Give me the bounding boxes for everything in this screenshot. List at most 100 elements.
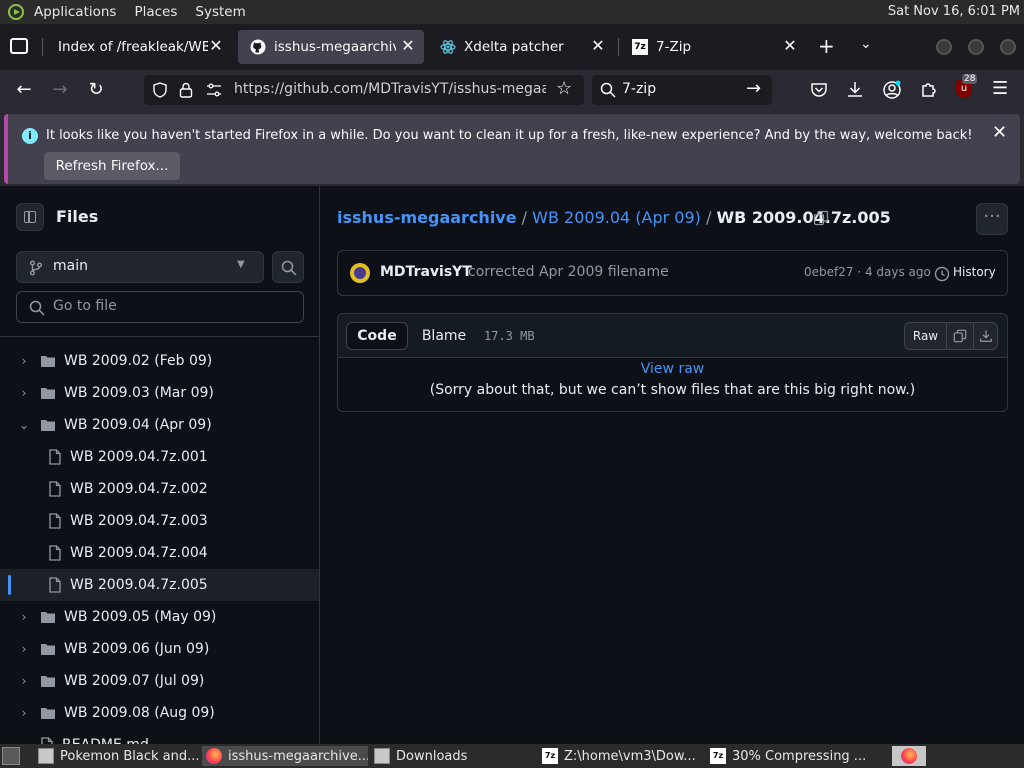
view-raw-link[interactable]: View raw — [338, 361, 1007, 377]
close-icon[interactable]: ✕ — [992, 122, 1007, 143]
folder-icon — [41, 356, 55, 367]
tab-title: Index of /freakleak/WB/r2 — [58, 39, 208, 55]
tree-file-row[interactable]: WB 2009.04.7z.004 — [0, 537, 319, 569]
tab-index-freakleak[interactable]: Index of /freakleak/WB/r2 ✕ — [46, 30, 232, 64]
task-label: Downloads — [396, 748, 468, 764]
tree-folder-row[interactable]: ⌄ WB 2009.04 (Apr 09) — [0, 409, 319, 441]
tree-item-label: WB 2009.08 (Aug 09) — [64, 705, 215, 721]
close-icon[interactable]: ✕ — [590, 38, 606, 54]
menu-system[interactable]: System — [195, 4, 245, 20]
permissions-icon[interactable] — [206, 83, 222, 97]
7zip-icon: 7z — [632, 39, 648, 55]
copy-path-icon[interactable] — [813, 210, 829, 226]
lock-icon[interactable] — [178, 81, 194, 99]
branch-name: main — [53, 258, 88, 274]
chevron-right-icon[interactable]: › — [16, 354, 32, 368]
tree-folder-row[interactable]: › WB 2009.03 (Mar 09) — [0, 377, 319, 409]
file-tree-sidebar: Files main ▼ Go to file › WB 2009.02 (Feb… — [0, 186, 320, 744]
tree-file-row[interactable]: WB 2009.04.7z.001 — [0, 441, 319, 473]
chevron-down-icon[interactable]: ⌄ — [16, 418, 32, 432]
close-window-icon[interactable] — [1000, 39, 1016, 55]
show-desktop-icon[interactable] — [2, 747, 20, 765]
tab-7zip[interactable]: 7z 7-Zip ✕ — [620, 30, 806, 64]
go-to-file-placeholder: Go to file — [53, 298, 117, 314]
7zip-icon: 7z — [542, 748, 558, 764]
bookmark-star-icon[interactable]: ☆ — [556, 78, 572, 99]
breadcrumb-folder-link[interactable]: WB 2009.04 (Apr 09) — [532, 208, 701, 227]
collapse-sidebar-icon[interactable] — [16, 203, 44, 231]
menu-applications[interactable]: Applications — [34, 4, 116, 20]
search-input[interactable]: 7-zip — [622, 81, 656, 97]
folder-icon — [41, 644, 55, 655]
github-icon — [250, 39, 266, 55]
more-options-icon[interactable]: ··· — [976, 203, 1008, 235]
commit-message-link[interactable]: corrected Apr 2009 filename — [468, 264, 669, 280]
back-arrow-icon[interactable]: ← — [12, 78, 36, 102]
tab-title: 7-Zip — [656, 39, 692, 55]
avatar[interactable] — [350, 263, 370, 283]
tab-code[interactable]: Code — [346, 322, 408, 350]
tree-folder-row[interactable]: › WB 2009.06 (Jun 09) — [0, 633, 319, 665]
task-firefox[interactable]: isshus-megaarchive... — [202, 746, 368, 766]
task-downloads[interactable]: Downloads — [370, 746, 536, 766]
pocket-icon[interactable] — [810, 81, 828, 99]
history-clock-icon[interactable] — [934, 266, 950, 282]
tree-file-row[interactable]: README.md — [0, 729, 319, 744]
tab-github[interactable]: isshus-megaarchive/ ✕ — [238, 30, 424, 64]
task-label: Pokemon Black and... — [60, 748, 198, 764]
tree-folder-row[interactable]: › WB 2009.05 (May 09) — [0, 601, 319, 633]
forward-arrow-icon[interactable]: → — [48, 78, 72, 102]
new-tab-plus-icon[interactable]: + — [818, 34, 835, 58]
go-arrow-icon[interactable]: → — [746, 78, 761, 99]
copy-icon[interactable] — [953, 329, 967, 343]
minimize-window-icon[interactable] — [936, 39, 952, 55]
download-icon[interactable] — [979, 329, 993, 343]
tab-blame[interactable]: Blame — [416, 322, 472, 350]
go-to-file-input[interactable]: Go to file — [16, 291, 304, 323]
tree-folder-row[interactable]: › WB 2009.07 (Jul 09) — [0, 665, 319, 697]
task-7zip-explorer[interactable]: 7z Z:\home\vm3\Dow... — [538, 746, 704, 766]
url-bar[interactable]: https://github.com/MDTravisYT/isshus-meg… — [144, 75, 584, 105]
extensions-puzzle-icon[interactable] — [920, 80, 938, 98]
maximize-window-icon[interactable] — [968, 39, 984, 55]
commit-author-link[interactable]: MDTravisYT — [380, 264, 472, 280]
branch-selector[interactable]: main ▼ — [16, 251, 264, 283]
workspace-switcher[interactable] — [892, 746, 926, 766]
shield-icon[interactable] — [152, 82, 168, 98]
tree-folder-row[interactable]: › WB 2009.02 (Feb 09) — [0, 345, 319, 377]
clock[interactable]: Sat Nov 16, 6:01 PM — [888, 4, 1020, 19]
tree-folder-row[interactable]: › WB 2009.08 (Aug 09) — [0, 697, 319, 729]
tree-file-row[interactable]: WB 2009.04.7z.003 — [0, 505, 319, 537]
tree-file-row[interactable]: WB 2009.04.7z.002 — [0, 473, 319, 505]
raw-button[interactable]: Raw — [905, 323, 947, 349]
downloads-icon[interactable] — [846, 80, 864, 98]
list-tabs-chevron-icon[interactable]: ⌄ — [860, 36, 872, 52]
task-7zip-compressing[interactable]: 7z 30% Compressing ... — [706, 746, 872, 766]
hamburger-menu-icon[interactable]: ☰ — [992, 78, 1008, 99]
chevron-right-icon[interactable]: › — [16, 674, 32, 688]
commit-meta[interactable]: 0ebef27 · 4 days ago — [804, 265, 931, 279]
chevron-right-icon[interactable]: › — [16, 610, 32, 624]
refresh-firefox-button[interactable]: Refresh Firefox... — [44, 152, 180, 180]
close-icon[interactable]: ✕ — [400, 38, 416, 54]
breadcrumb-repo-link[interactable]: isshus-megaarchive — [337, 208, 517, 227]
close-icon[interactable]: ✕ — [208, 38, 224, 54]
account-icon[interactable] — [882, 80, 902, 100]
task-pokemon[interactable]: Pokemon Black and... — [34, 746, 198, 766]
close-icon[interactable]: ✕ — [782, 38, 798, 54]
firefox-view-icon[interactable] — [10, 38, 28, 54]
search-files-button[interactable] — [272, 251, 304, 283]
chevron-right-icon[interactable]: › — [16, 706, 32, 720]
reload-icon[interactable]: ↻ — [84, 78, 108, 102]
tree-file-row[interactable]: WB 2009.04.7z.005 — [0, 569, 319, 601]
menu-places[interactable]: Places — [134, 4, 177, 20]
chevron-right-icon[interactable]: › — [16, 642, 32, 656]
chevron-right-icon[interactable]: › — [16, 386, 32, 400]
history-link[interactable]: History — [953, 265, 996, 279]
tab-xdelta[interactable]: Xdelta patcher ✕ — [428, 30, 614, 64]
search-bar[interactable]: 7-zip → — [592, 75, 772, 105]
gnome-foot-icon[interactable] — [8, 4, 24, 20]
file-view: isshus-megaarchive / WB 2009.04 (Apr 09)… — [321, 186, 1024, 744]
url-text[interactable]: https://github.com/MDTravisYT/isshus-meg… — [234, 81, 546, 97]
react-icon — [440, 40, 456, 54]
